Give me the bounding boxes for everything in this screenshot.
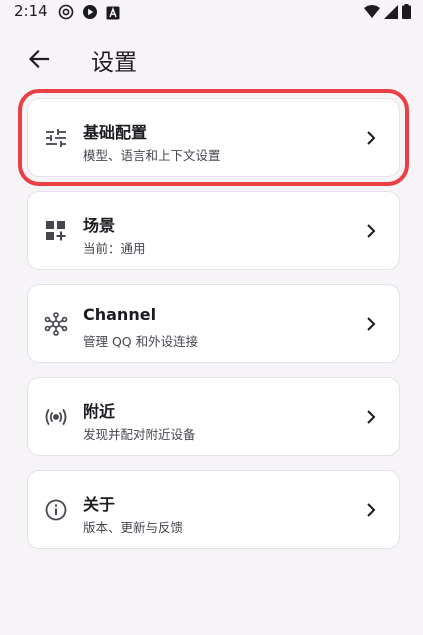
chevron-right-icon <box>363 222 379 240</box>
status-time: 2:14 <box>14 2 48 20</box>
status-bar: 2:14 <box>0 0 423 26</box>
hub-network-icon <box>44 312 68 336</box>
chevron-right-icon <box>363 129 379 147</box>
status-icons-left <box>58 4 120 24</box>
play-icon <box>82 4 98 24</box>
back-button[interactable] <box>24 44 54 74</box>
page-title: 设置 <box>91 50 137 76</box>
app-bar: 设置 <box>0 30 423 86</box>
settings-item-title: 基础配置 <box>83 123 148 142</box>
settings-item-basic-config[interactable]: 基础配置 模型、语言和上下文设置 <box>18 89 409 186</box>
settings-item-nearby[interactable]: 附近 发现并配对附近设备 <box>27 377 400 456</box>
wifi-icon <box>364 4 380 23</box>
settings-item-subtitle: 管理 QQ 和外设连接 <box>83 334 199 349</box>
letter-a-icon <box>106 5 120 24</box>
settings-list: 基础配置 模型、语言和上下文设置 场景 当前：通用 Channel 管理 QQ … <box>18 89 409 563</box>
settings-item-title: 附近 <box>83 402 116 421</box>
settings-item-subtitle: 当前：通用 <box>83 241 146 256</box>
broadcast-icon <box>44 405 68 429</box>
info-icon <box>44 498 68 522</box>
signal-icon <box>384 4 398 23</box>
settings-item-about[interactable]: 关于 版本、更新与反馈 <box>27 470 400 549</box>
settings-item-subtitle: 版本、更新与反馈 <box>83 520 184 535</box>
arrow-left-icon <box>28 49 50 69</box>
settings-item-title: 关于 <box>83 495 116 514</box>
settings-item-scene[interactable]: 场景 当前：通用 <box>27 191 400 270</box>
settings-item-title: Channel <box>83 305 157 324</box>
settings-item-channel[interactable]: Channel 管理 QQ 和外设连接 <box>27 284 400 363</box>
settings-item-subtitle: 模型、语言和上下文设置 <box>83 148 221 163</box>
tune-sliders-icon <box>44 126 68 150</box>
widgets-add-icon <box>44 219 68 243</box>
settings-item-title: 场景 <box>83 216 116 235</box>
chevron-right-icon <box>363 315 379 333</box>
status-icons-right <box>364 4 411 23</box>
at-sign-icon <box>58 4 74 24</box>
battery-icon <box>402 4 411 23</box>
chevron-right-icon <box>363 408 379 426</box>
settings-item-subtitle: 发现并配对附近设备 <box>83 427 196 442</box>
chevron-right-icon <box>363 501 379 519</box>
